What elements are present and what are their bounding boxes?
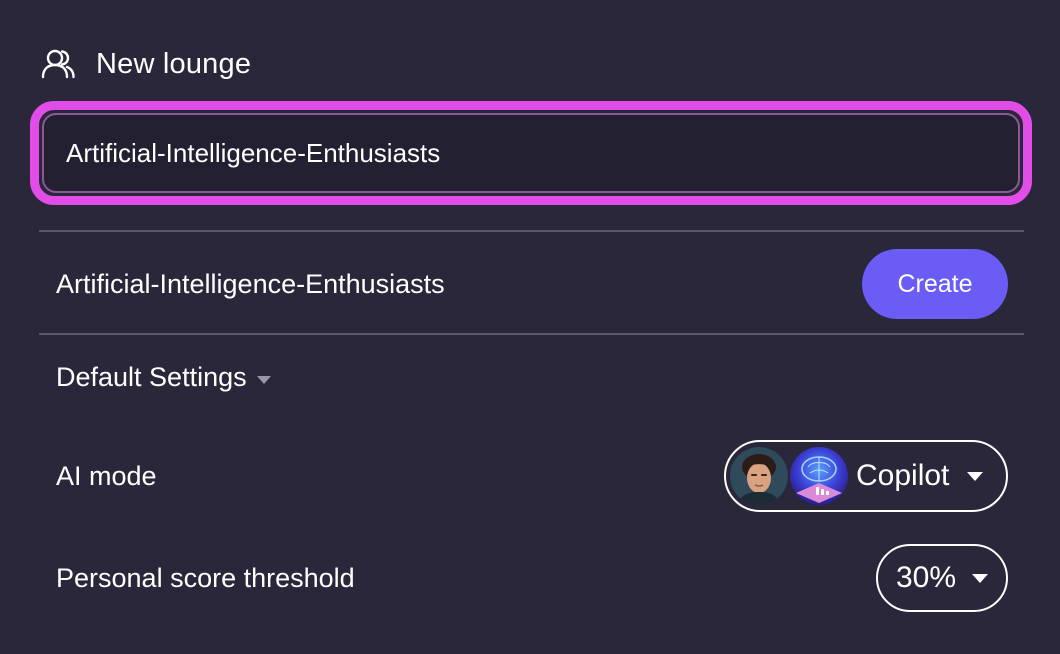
divider (39, 230, 1024, 232)
ai-brain-avatar (790, 447, 848, 505)
ai-mode-value: Copilot (856, 459, 950, 492)
default-settings-toggle[interactable]: Default Settings (56, 362, 271, 393)
score-threshold-row: Personal score threshold 30% (56, 544, 1008, 612)
score-threshold-label: Personal score threshold (56, 562, 355, 593)
lounge-suggestion-row: Artificial-Intelligence-Enthusiasts Crea… (56, 246, 1008, 322)
caret-down-icon (256, 375, 271, 384)
lounge-name-input-wrapper (30, 101, 1032, 205)
lounge-suggestion-name: Artificial-Intelligence-Enthusiasts (56, 268, 445, 299)
caret-down-icon (967, 471, 984, 481)
users-icon (40, 48, 76, 80)
panel-header: New lounge (40, 40, 251, 88)
lounge-name-input[interactable] (66, 115, 966, 191)
lounge-name-field (42, 113, 1020, 193)
divider (39, 333, 1024, 335)
ai-mode-dropdown[interactable]: Copilot (724, 440, 1008, 512)
create-button[interactable]: Create (862, 249, 1008, 319)
person-avatar (730, 447, 788, 505)
score-threshold-dropdown[interactable]: 30% (876, 544, 1008, 612)
new-lounge-panel: New lounge Artificial-Intelligence-Enthu… (0, 0, 1060, 654)
default-settings-label: Default Settings (56, 362, 247, 392)
score-threshold-value: 30% (895, 561, 957, 594)
page-title: New lounge (96, 47, 252, 80)
ai-mode-label: AI mode (56, 460, 157, 491)
ai-mode-row: AI mode Copilot (56, 440, 1008, 512)
caret-down-icon (972, 573, 989, 583)
